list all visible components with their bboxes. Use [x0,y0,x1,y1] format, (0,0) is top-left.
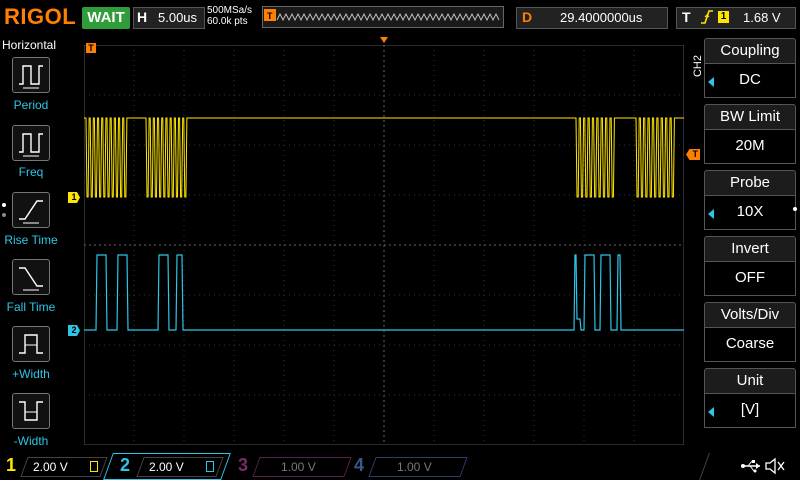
ch3-number: 3 [238,455,249,475]
measure-freq-button[interactable] [12,125,50,161]
ch1-ground-marker[interactable]: 1 [68,192,80,203]
coupling-menu-title: Coupling [704,38,796,64]
measure-fall-time-button[interactable] [12,259,50,295]
ch4-scale-box[interactable]: 1.00 V [368,457,468,477]
invert-menu-title: Invert [704,236,796,262]
sound-muted-icon[interactable] [764,457,786,480]
negative-width-icon [19,401,43,421]
volts-div-menu-title: Volts/Div [704,302,796,328]
menu-page-dot [793,207,797,211]
delay-value: 29.4000000us [560,10,643,25]
probe-menu-title: Probe [704,170,796,196]
unit-menu-title: Unit [704,368,796,394]
bw-limit-menu-title: BW Limit [704,104,796,130]
ch4-number: 4 [354,455,365,475]
period-icon [19,65,43,89]
trigger-source-badge: 1 [718,11,729,23]
frequency-icon [19,133,43,157]
usb-icon [740,458,762,479]
measure-rise-time-button[interactable] [12,192,50,228]
coupling-arrow-icon [708,77,714,87]
fall-time-label: Fall Time [6,300,56,314]
ch1-number: 1 [6,455,17,475]
memory-depth: 60.0k pts [207,16,248,27]
run-status-badge[interactable]: WAIT [82,7,130,29]
horizontal-label: H [137,9,148,25]
period-label: Period [13,98,49,112]
acquisition-info: 500MSa/s 60.0k pts [207,5,252,27]
channel-tag: CH2 [692,54,705,78]
positive-width-icon [19,334,43,354]
trigger-level-marker[interactable]: T [686,149,700,160]
timebase-value: 5.00us [158,10,198,25]
coupling-select[interactable]: DC [704,64,796,98]
measure-positive-width-button[interactable] [12,326,50,362]
waveform-display[interactable] [84,45,684,445]
trigger-label: T [682,9,691,25]
trigger-level-value: 1.68 V [743,10,781,25]
rise-time-label: Rise Time [4,233,58,247]
menu-page-dot [2,213,6,217]
negative-width-label: -Width [13,434,49,448]
ch2-number: 2 [120,455,131,475]
invert-toggle[interactable]: OFF [704,262,796,296]
probe-select[interactable]: 10X [704,196,796,230]
ch4-scale: 1.00 V [397,460,432,474]
memory-waveform-preview: T [264,9,500,22]
left-menu-title: Horizontal [2,38,57,52]
measure-negative-width-button[interactable] [12,393,50,429]
measure-period-button[interactable] [12,57,50,93]
svg-text:T: T [267,11,273,21]
fall-time-icon [19,267,43,291]
bw-limit-select[interactable]: 20M [704,130,796,164]
probe-arrow-icon [708,209,714,219]
sample-rate: 500MSa/s [207,5,253,16]
unit-arrow-icon [708,407,714,417]
ch1-scale: 2.00 V [33,460,68,474]
ch1-coupling-icon [90,461,98,472]
ch3-scale-box[interactable]: 1.00 V [252,457,352,477]
brand-logo: RIGOL [4,4,77,29]
ch2-coupling-icon [206,461,214,472]
freq-label: Freq [18,165,44,179]
trigger-position-marker[interactable]: T [86,43,96,53]
menu-page-dot [2,203,6,207]
ch2-scale: 2.00 V [149,460,184,474]
rise-time-icon [19,200,43,224]
delay-label: D [522,9,533,25]
unit-select[interactable]: [V] [704,394,796,428]
ch2-ground-marker[interactable]: 2 [68,325,80,336]
ch3-scale: 1.00 V [281,460,316,474]
center-time-marker [380,37,388,43]
rising-edge-icon [700,8,714,29]
positive-width-label: +Width [12,367,50,381]
memory-position-indicator[interactable]: T [262,6,504,28]
volts-div-toggle[interactable]: Coarse [704,328,796,362]
